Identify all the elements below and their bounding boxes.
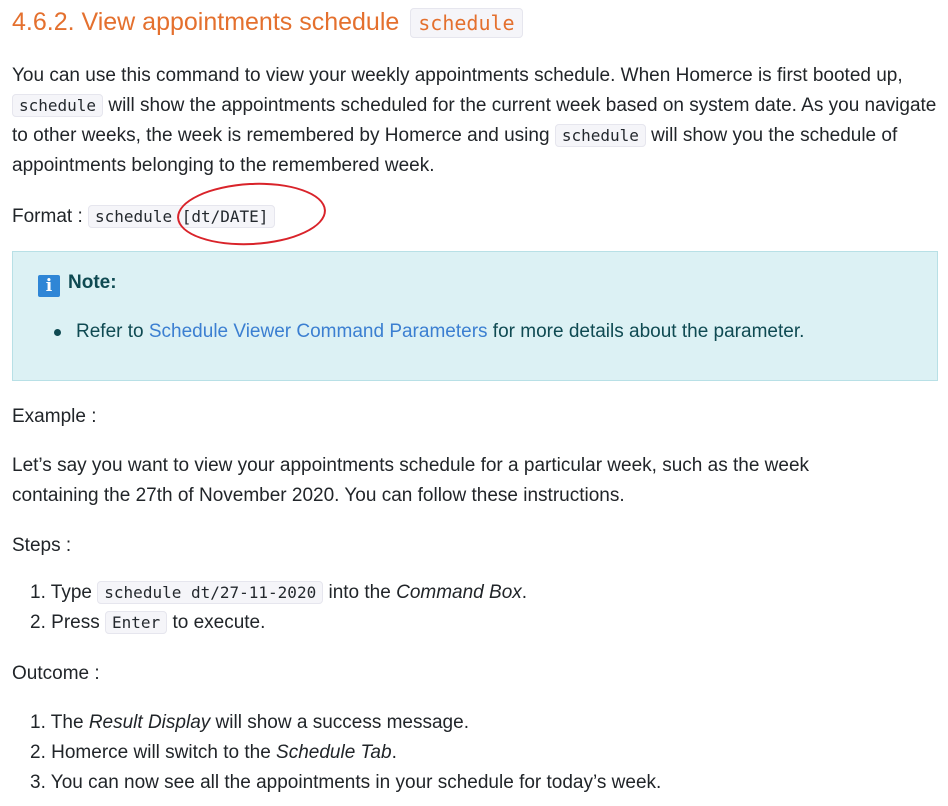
heading-text: 4.6.2. View appointments schedule bbox=[12, 8, 400, 36]
schedule-params-link[interactable]: Schedule Viewer Command Parameters bbox=[149, 321, 488, 342]
list-item: 3. You can now see all the appointments … bbox=[30, 772, 662, 793]
format-code: schedule [dt/DATE] bbox=[88, 205, 276, 228]
inline-code: schedule dt/27-11-2020 bbox=[97, 581, 324, 604]
list-item: 2. Homerce will switch to the Schedule T… bbox=[30, 742, 397, 763]
format-label: Format : bbox=[12, 206, 89, 227]
list-item: 1. The Result Display will show a succes… bbox=[30, 712, 469, 733]
outcome-label: Outcome : bbox=[12, 663, 100, 684]
outcome-list: 1. The Result Display will show a succes… bbox=[30, 708, 661, 798]
intro-paragraph: You can use this command to view your we… bbox=[12, 65, 937, 176]
note-bullet: Refer to Schedule Viewer Command Paramet… bbox=[53, 317, 804, 347]
note-box bbox=[12, 251, 938, 381]
inline-code: schedule bbox=[554, 124, 646, 147]
heading-code: schedule bbox=[410, 8, 523, 38]
section-heading: 4.6.2. View appointments schedule schedu… bbox=[12, 4, 523, 41]
list-item: 2. Press Enter to execute. bbox=[30, 611, 266, 634]
example-label: Example : bbox=[12, 406, 97, 427]
list-item: 1. Type schedule dt/27-11-2020 into the … bbox=[30, 581, 528, 604]
format-line: Format : schedule [dt/DATE] bbox=[12, 202, 276, 232]
inline-code: Enter bbox=[105, 611, 168, 634]
example-text: Let’s say you want to view your appointm… bbox=[12, 455, 810, 506]
inline-code: schedule bbox=[12, 94, 104, 117]
steps-list: 1. Type schedule dt/27-11-2020 into the … bbox=[30, 578, 527, 638]
info-icon: i bbox=[38, 275, 60, 297]
steps-label: Steps : bbox=[12, 535, 72, 556]
note-title: i Note: bbox=[38, 268, 117, 298]
